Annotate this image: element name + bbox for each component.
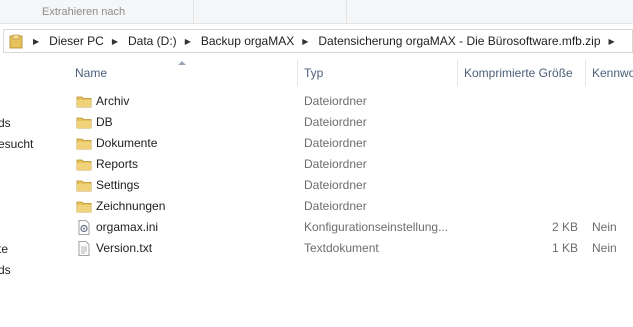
file-type: Dateiordner <box>304 115 367 129</box>
breadcrumb-item[interactable]: ▶ Datensicherung orgaMAX - Die Bürosoftwa… <box>302 34 608 48</box>
folder-icon-glyph <box>76 138 92 150</box>
navigation-pane: ds esucht te ds <box>0 60 58 327</box>
folder-icon <box>76 199 92 214</box>
column-header-name[interactable]: Name <box>59 60 297 86</box>
folder-icon <box>76 178 92 193</box>
text-file-icon <box>76 241 92 256</box>
chevron-right-icon[interactable]: ▶ <box>33 37 39 46</box>
file-type: Dateiordner <box>304 94 367 108</box>
file-row[interactable]: Settings Dateiordner <box>59 175 633 196</box>
file-name: DB <box>96 115 113 129</box>
column-header-type[interactable]: Typ <box>298 60 457 86</box>
folder-icon-glyph <box>76 180 92 192</box>
settings-file-icon-glyph <box>78 220 90 235</box>
folder-icon <box>76 136 92 151</box>
ribbon: Extrahieren nach <box>0 0 633 24</box>
file-row[interactable]: Zeichnungen Dateiordner <box>59 196 633 217</box>
file-type: Konfigurationseinstellung... <box>304 220 449 234</box>
settings-file-icon <box>76 220 92 235</box>
file-size: 1 KB <box>551 241 578 255</box>
file-row[interactable]: Reports Dateiordner <box>59 154 633 175</box>
folder-icon <box>76 94 92 109</box>
nav-item[interactable]: te <box>0 242 8 256</box>
folder-icon <box>76 115 92 130</box>
file-password-protected: Nein <box>592 241 617 255</box>
file-row[interactable]: DB Dateiordner <box>59 112 633 133</box>
file-name: Dokumente <box>96 136 158 150</box>
file-type: Dateiordner <box>304 199 367 213</box>
column-header-password[interactable]: Kennwo <box>586 60 633 86</box>
breadcrumb-item[interactable]: ▶ Dieser PC <box>33 34 112 48</box>
folder-icon-glyph <box>76 117 92 129</box>
text-file-icon-glyph <box>78 241 90 256</box>
file-row[interactable]: orgamax.ini Konfigurationseinstellung... 2… <box>59 217 633 238</box>
file-name: Reports <box>96 157 139 171</box>
file-type: Textdokument <box>304 241 379 255</box>
chevron-right-icon[interactable]: ▶ <box>112 37 118 46</box>
nav-item[interactable]: ds <box>0 116 11 130</box>
file-row[interactable]: Archiv Dateiordner <box>59 91 633 112</box>
file-size: 2 KB <box>551 220 578 234</box>
chevron-right-icon[interactable]: ▶ <box>185 37 191 46</box>
ribbon-divider <box>193 0 194 24</box>
file-password-protected: Nein <box>592 220 617 234</box>
folder-icon <box>76 157 92 172</box>
ribbon-divider <box>346 0 347 24</box>
file-type: Dateiordner <box>304 157 367 171</box>
nav-item[interactable]: ds <box>0 263 11 277</box>
file-name: Version.txt <box>96 241 153 255</box>
file-name: orgamax.ini <box>96 220 159 234</box>
file-name: Settings <box>96 178 140 192</box>
chevron-right-icon[interactable]: ▶ <box>609 37 615 46</box>
address-bar[interactable]: ▶ Dieser PC ▶ Data (D:) ▶ Backup orgaMAX ▶ D… <box>3 29 633 53</box>
folder-icon-glyph <box>76 159 92 171</box>
file-name: Archiv <box>96 94 130 108</box>
file-row[interactable]: Version.txt Textdokument 1 KB Nein <box>59 238 633 259</box>
breadcrumb-item[interactable]: ▶ Data (D:) <box>112 34 185 48</box>
extract-to-button[interactable]: Extrahieren nach <box>42 6 125 18</box>
column-header-compressed-size[interactable]: Komprimierte Größe <box>458 60 585 86</box>
nav-item[interactable]: esucht <box>0 137 33 151</box>
breadcrumb-item[interactable]: ▶ Backup orgaMAX <box>185 34 303 48</box>
folder-icon <box>9 34 23 48</box>
breadcrumb-end[interactable]: ▶ <box>609 37 625 46</box>
folder-icon-glyph <box>76 96 92 108</box>
file-name: Zeichnungen <box>96 199 166 213</box>
column-headers: Name Typ Komprimierte Größe Kennwo <box>59 60 633 86</box>
file-type: Dateiordner <box>304 178 367 192</box>
file-type: Dateiordner <box>304 136 367 150</box>
folder-icon-glyph <box>76 201 92 213</box>
file-list: Archiv Dateiordner DB Dateiordner Dokumente D… <box>59 91 633 259</box>
file-row[interactable]: Dokumente Dateiordner <box>59 133 633 154</box>
chevron-right-icon[interactable]: ▶ <box>302 37 308 46</box>
